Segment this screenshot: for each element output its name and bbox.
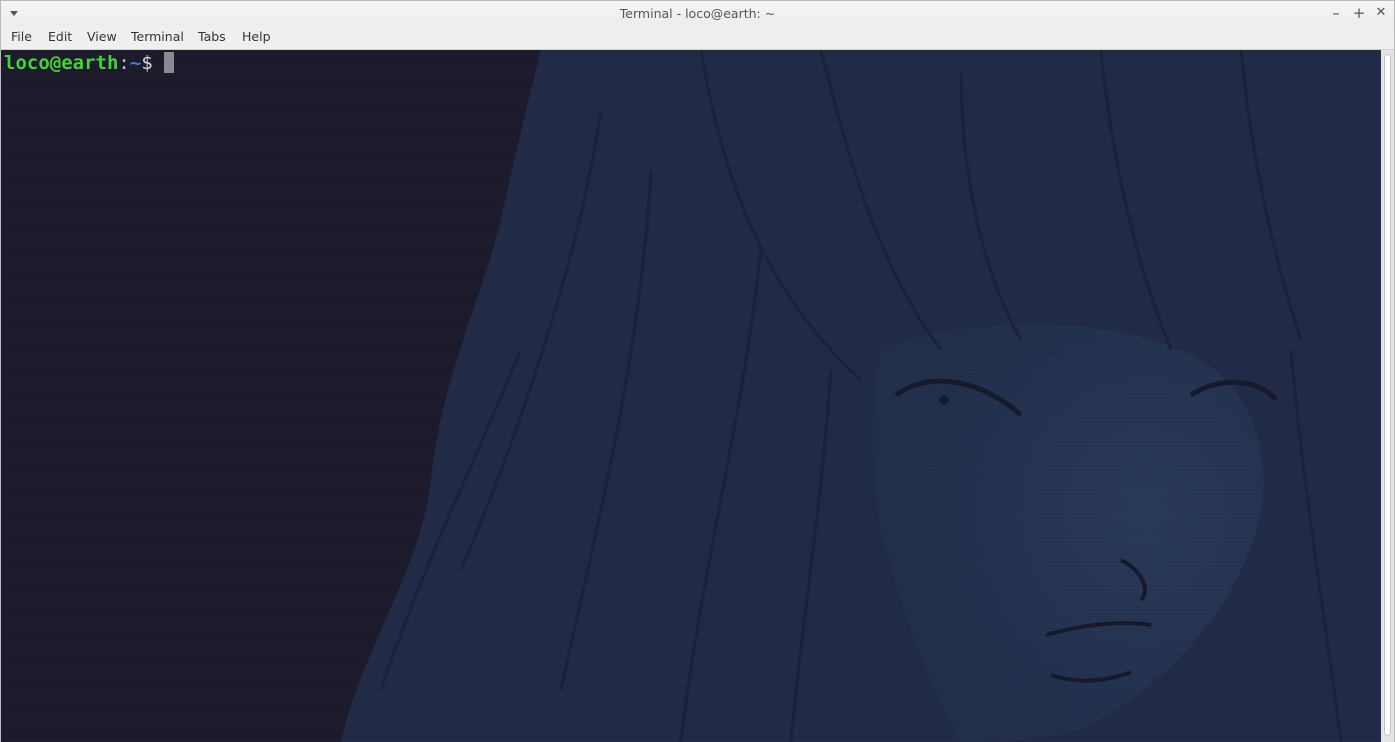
minimize-button[interactable]: – bbox=[1327, 4, 1345, 22]
terminal-area[interactable]: loco@earth:~$ bbox=[1, 50, 1381, 742]
prompt-symbol: $ bbox=[141, 52, 153, 74]
title-bar[interactable]: Terminal - loco@earth: ~ – + ✕ bbox=[1, 1, 1394, 26]
vertical-scrollbar[interactable] bbox=[1381, 50, 1394, 742]
menu-file[interactable]: File bbox=[11, 29, 32, 44]
prompt-line[interactable]: loco@earth:~$ bbox=[4, 52, 174, 74]
menu-terminal[interactable]: Terminal bbox=[131, 29, 184, 44]
background-illustration bbox=[341, 50, 1381, 742]
terminal-window: Terminal - loco@earth: ~ – + ✕ File Edit… bbox=[0, 0, 1395, 742]
menu-tabs[interactable]: Tabs bbox=[198, 29, 226, 44]
prompt-user-host: loco@earth bbox=[4, 52, 119, 74]
prompt-path: ~ bbox=[129, 52, 142, 74]
text-cursor bbox=[163, 52, 174, 73]
menu-help[interactable]: Help bbox=[242, 29, 271, 44]
prompt-separator: : bbox=[118, 52, 130, 74]
menu-bar: File Edit View Terminal Tabs Help bbox=[1, 26, 1394, 50]
menu-view[interactable]: View bbox=[87, 29, 117, 44]
menu-edit[interactable]: Edit bbox=[48, 29, 72, 44]
scrollbar-thumb[interactable] bbox=[1384, 54, 1391, 736]
window-title: Terminal - loco@earth: ~ bbox=[619, 6, 776, 21]
maximize-button[interactable]: + bbox=[1350, 4, 1368, 22]
close-button[interactable]: ✕ bbox=[1372, 4, 1390, 22]
